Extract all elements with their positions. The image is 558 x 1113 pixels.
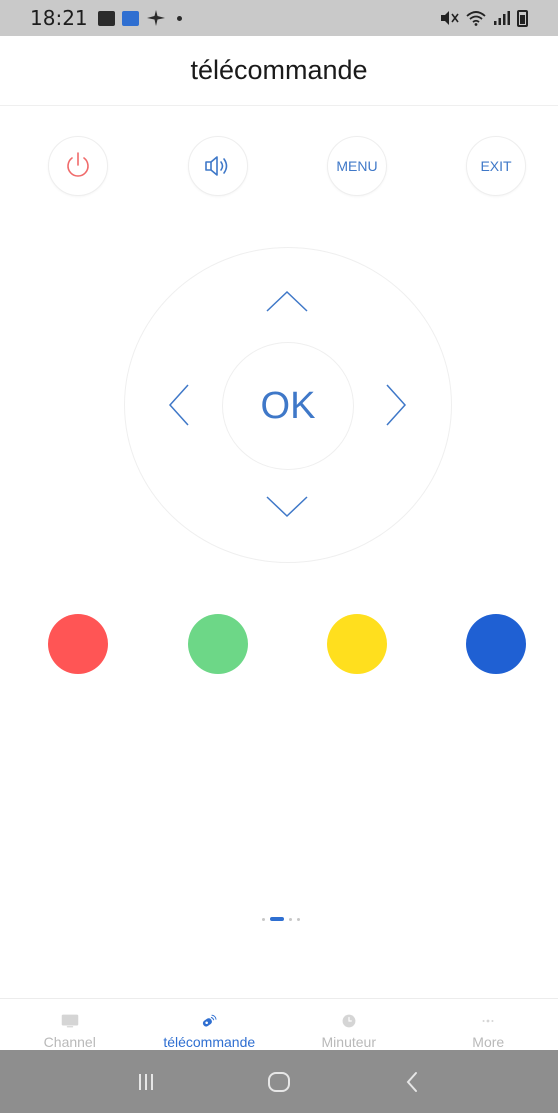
blue-button[interactable]: [466, 614, 526, 674]
signal-icon: [494, 11, 510, 25]
airplane-icon: [146, 10, 165, 26]
wifi-icon: [466, 11, 486, 26]
exit-button[interactable]: EXIT: [466, 136, 526, 196]
tab-bar: Channel télécommande Minuteur More: [0, 998, 558, 1050]
gallery-icon: [97, 10, 115, 26]
recent-apps-icon: [139, 1073, 154, 1090]
tab-label: Minuteur: [321, 1034, 376, 1050]
mute-icon: [441, 11, 459, 25]
notification-dot: [176, 15, 182, 21]
screen-mirror-icon: [121, 10, 139, 26]
menu-button[interactable]: MENU: [327, 136, 387, 196]
battery-icon: [517, 9, 528, 27]
system-nav-bar: [0, 1050, 558, 1113]
tab-label: Channel: [43, 1034, 96, 1050]
page-dot[interactable]: [297, 917, 300, 921]
clock-icon: [342, 1014, 356, 1028]
page-title: télécommande: [0, 36, 558, 106]
status-right-icons: [439, 9, 528, 27]
tab-minuteur[interactable]: Minuteur: [279, 999, 419, 1050]
power-button[interactable]: [48, 136, 108, 196]
sound-button[interactable]: [188, 136, 248, 196]
yellow-button[interactable]: [327, 614, 387, 674]
red-button[interactable]: [48, 614, 108, 674]
green-button[interactable]: [188, 614, 248, 674]
menu-button-label: MENU: [336, 158, 378, 174]
status-time: 18:21: [30, 6, 88, 30]
home-button[interactable]: [249, 1062, 309, 1102]
tab-label: télécommande: [163, 1034, 256, 1050]
more-icon: [482, 1019, 494, 1023]
home-icon: [267, 1071, 290, 1092]
chevron-left-icon[interactable]: [164, 382, 194, 428]
exit-button-label: EXIT: [480, 158, 512, 174]
remote-icon: [203, 1014, 217, 1027]
chevron-up-icon[interactable]: [264, 286, 310, 316]
ok-button[interactable]: OK: [222, 342, 354, 470]
status-bar: 18:21: [0, 0, 558, 36]
chevron-down-icon[interactable]: [264, 492, 310, 522]
back-button[interactable]: [382, 1062, 442, 1102]
page-dot-active[interactable]: [270, 917, 284, 921]
back-icon: [406, 1071, 417, 1092]
power-icon: [67, 152, 89, 177]
ok-button-label: OK: [260, 384, 316, 427]
tab-label: More: [472, 1034, 505, 1050]
page-dot[interactable]: [289, 917, 292, 921]
recent-apps-button[interactable]: [116, 1062, 176, 1102]
chevron-right-icon[interactable]: [381, 382, 411, 428]
tab-more[interactable]: More: [419, 999, 558, 1050]
speaker-icon: [205, 156, 228, 176]
page-indicator: [262, 917, 300, 921]
page-dot[interactable]: [262, 917, 265, 921]
tab-channel[interactable]: Channel: [0, 999, 140, 1050]
status-left-icons: [97, 9, 182, 27]
tab-telecommande[interactable]: télécommande: [140, 999, 280, 1050]
tv-icon: [61, 1014, 79, 1028]
